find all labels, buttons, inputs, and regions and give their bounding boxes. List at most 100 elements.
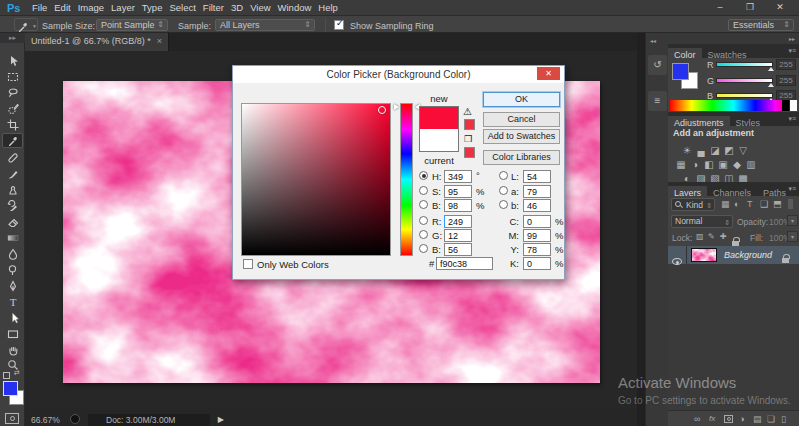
foreground-swatch[interactable] <box>672 63 689 80</box>
healing-brush-tool[interactable] <box>2 150 23 165</box>
brush-tool[interactable] <box>2 166 23 181</box>
s-field[interactable]: 95 <box>444 185 472 198</box>
menu-select[interactable]: Select <box>166 2 199 13</box>
minimize-button[interactable]: – <box>705 0 735 14</box>
menu-image[interactable]: Image <box>74 2 107 13</box>
green-slider-handle[interactable] <box>768 83 774 87</box>
hue-slider[interactable] <box>400 103 413 256</box>
ps-logo[interactable]: Ps <box>0 2 28 14</box>
menu-view[interactable]: View <box>247 2 274 13</box>
filter-toggle[interactable] <box>788 199 793 209</box>
show-sampling-ring-checkbox[interactable]: ✓ <box>334 20 344 30</box>
type-tool[interactable]: T <box>2 294 23 309</box>
blue-slider[interactable] <box>716 93 773 98</box>
menu-layer[interactable]: Layer <box>108 2 139 13</box>
filter-shape-layers-icon[interactable]: ❑ <box>760 199 768 209</box>
layer-row-background[interactable]: Background <box>668 246 799 264</box>
h-field[interactable]: 349 <box>444 170 472 183</box>
b2-field[interactable]: 56 <box>444 243 472 256</box>
zoom-level[interactable]: 66.67% <box>31 415 60 425</box>
add-to-swatches-button[interactable]: Add to Swatches <box>483 129 560 144</box>
menu-help[interactable]: Help <box>315 2 342 13</box>
visibility-eye-icon[interactable] <box>672 251 682 269</box>
move-tool[interactable] <box>2 53 23 68</box>
panel-menu-icon[interactable]: ▾≡ <box>788 115 796 123</box>
a-radio[interactable] <box>499 186 508 195</box>
h-radio[interactable] <box>419 171 428 180</box>
fill-arrow[interactable]: ▾ <box>787 231 798 242</box>
toolbar-collapse-icon[interactable]: ▸▸ <box>0 33 25 43</box>
swap-colors-icon[interactable]: ⇄ <box>14 369 20 377</box>
gradient-tool[interactable] <box>2 230 23 245</box>
red-value[interactable]: 255 <box>776 59 796 70</box>
history-panel-icon[interactable]: ↺ <box>648 55 667 75</box>
red-slider-handle[interactable] <box>768 67 774 71</box>
pen-tool[interactable] <box>2 278 23 293</box>
red-slider[interactable] <box>716 62 773 67</box>
color-libraries-button[interactable]: Color Libraries <box>483 150 560 165</box>
hex-field[interactable]: f90c38 <box>436 257 493 270</box>
r-radio[interactable] <box>419 216 428 225</box>
filter-pixel-layers-icon[interactable]: ▦ <box>721 199 730 209</box>
menu-file[interactable]: File <box>28 2 50 13</box>
lock-pixels-icon[interactable]: ✎ <box>708 232 715 241</box>
b-field[interactable]: 98 <box>444 199 472 212</box>
sample-dropdown[interactable]: All Layers⇕ <box>215 19 315 31</box>
l-radio[interactable] <box>499 171 508 180</box>
dialog-close-button[interactable]: ✕ <box>537 67 560 80</box>
hand-tool[interactable] <box>2 342 23 357</box>
new-group-icon[interactable]: ▤ <box>753 414 762 424</box>
g-field[interactable]: 12 <box>444 229 472 242</box>
doc-size-info[interactable]: Doc: 3.00M/3.00M▶ <box>88 414 210 426</box>
m-field[interactable]: 99 <box>523 229 551 242</box>
filter-adjustment-layers-icon[interactable]: ◐ <box>734 199 739 209</box>
new-layer-icon[interactable]: ❏ <box>767 414 775 424</box>
only-web-colors-checkbox[interactable] <box>243 259 253 269</box>
restore-button[interactable]: ❐ <box>735 0 765 14</box>
path-selection-tool[interactable] <box>2 310 23 325</box>
menu-filter[interactable]: Filter <box>199 2 227 13</box>
web-safe-icon[interactable]: ❒ <box>464 134 472 144</box>
rect-marquee-tool[interactable] <box>2 69 23 84</box>
layer-effects-icon[interactable]: fx <box>709 414 715 423</box>
white-ramp-end[interactable] <box>789 100 797 111</box>
menu-window[interactable]: Window <box>274 2 315 13</box>
color-ramp[interactable] <box>670 100 797 111</box>
b3-radio[interactable] <box>499 200 508 209</box>
ok-button[interactable]: OK <box>483 92 560 107</box>
expand-panels-icon[interactable]: ◂◂ <box>650 37 656 44</box>
b-radio[interactable] <box>419 200 428 209</box>
green-value[interactable]: 255 <box>776 75 796 86</box>
clone-stamp-tool[interactable] <box>2 182 23 197</box>
sample-size-dropdown[interactable]: Point Sample⇕ <box>96 19 168 31</box>
black-ramp-end[interactable] <box>782 100 789 111</box>
layer-thumbnail[interactable] <box>691 248 717 262</box>
eraser-tool[interactable] <box>2 214 23 229</box>
cancel-button[interactable]: Cancel <box>483 112 560 127</box>
panel-menu-icon[interactable]: ▾≡ <box>788 185 796 193</box>
default-colors-icon[interactable] <box>3 372 10 379</box>
document-tab[interactable]: Untitled-1 @ 66.7% (RGB/8) *× <box>25 33 169 51</box>
lock-transparency-icon[interactable]: ▨ <box>696 232 704 241</box>
close-button[interactable]: ✕ <box>765 0 795 14</box>
menu-type[interactable]: Type <box>138 2 166 13</box>
dodge-tool[interactable] <box>2 262 23 277</box>
green-slider[interactable] <box>716 78 773 83</box>
quick-selection-tool[interactable] <box>2 101 23 116</box>
b2-radio[interactable] <box>419 244 428 253</box>
collapse-panels-icon[interactable]: ▸▸ <box>789 35 795 42</box>
color-field-marker[interactable] <box>378 106 386 114</box>
blend-mode-dropdown[interactable]: Normal⇕ <box>671 215 733 228</box>
c-field[interactable]: 0 <box>523 215 551 228</box>
tool-preset-button[interactable]: ▼ <box>14 18 38 31</box>
g-radio[interactable] <box>419 230 428 239</box>
b3-field[interactable]: 46 <box>523 199 551 212</box>
k-field[interactable]: 0 <box>523 257 551 270</box>
menu-edit[interactable]: Edit <box>51 2 74 13</box>
delete-layer-icon[interactable]: ▯ <box>781 414 786 424</box>
tab-close-icon[interactable]: × <box>157 36 162 46</box>
r-field[interactable]: 249 <box>444 215 472 228</box>
crop-tool[interactable] <box>2 117 23 132</box>
workspace-dropdown[interactable]: Essentials⇕ <box>728 19 794 31</box>
l-field[interactable]: 54 <box>523 170 551 183</box>
